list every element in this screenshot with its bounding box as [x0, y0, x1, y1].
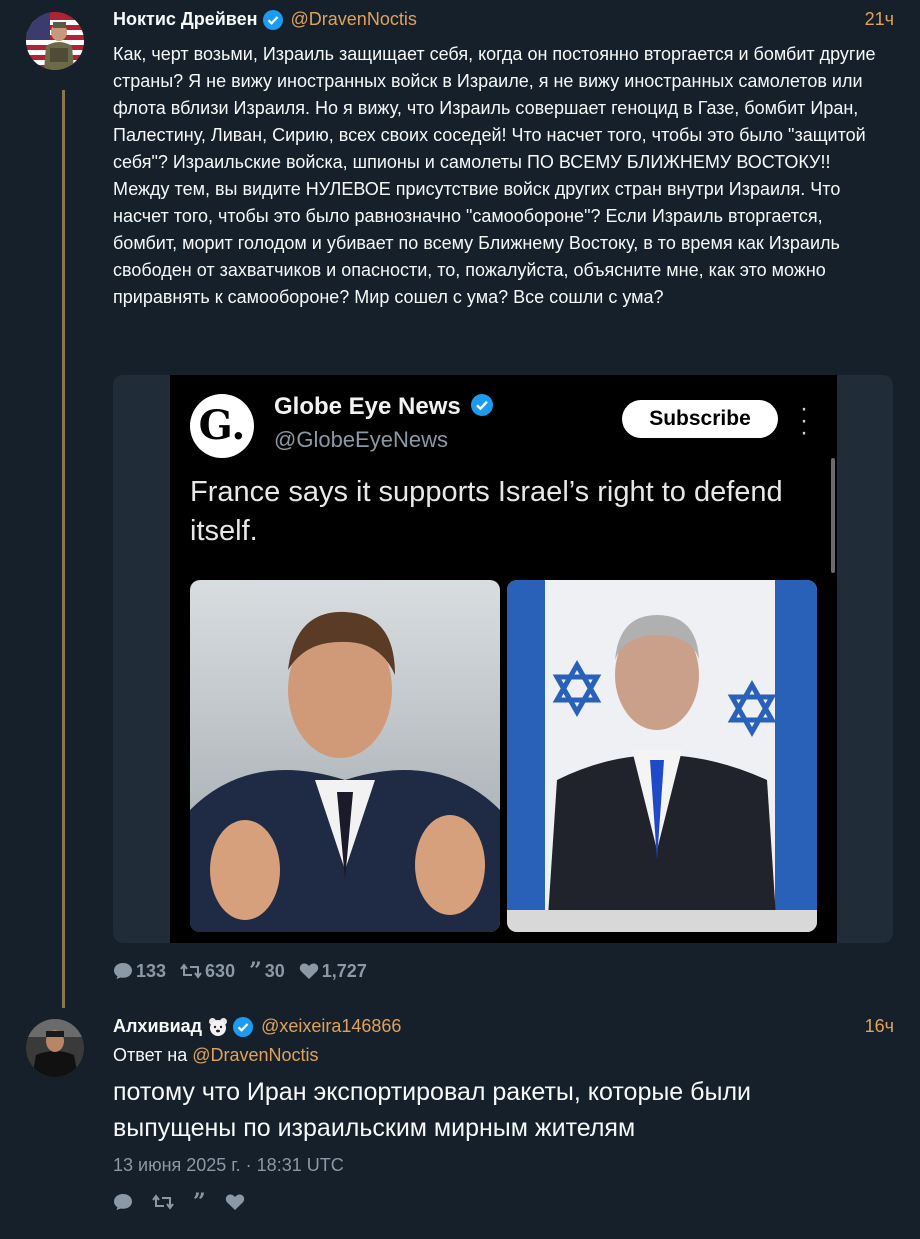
reply-icon: [114, 963, 132, 979]
quote-count: 30: [264, 960, 285, 981]
reply-to-handle[interactable]: @DravenNoctis: [192, 1045, 318, 1065]
quote-icon: ”: [249, 958, 262, 984]
author-row: Алхивиад @xeixeira146866: [113, 1016, 401, 1037]
like-stat[interactable]: 1,727: [299, 961, 367, 982]
post-media[interactable]: G. Globe Eye News @GlobeEyeNews Subscrib…: [113, 375, 893, 943]
source-name: Globe Eye News: [274, 393, 494, 421]
reply-actions: ”: [113, 1191, 264, 1213]
repost-stat[interactable]: 630: [180, 961, 235, 982]
source-handle: @GlobeEyeNews: [274, 427, 448, 452]
like-count: 1,727: [321, 960, 367, 981]
subscribe-button: Subscribe: [622, 400, 778, 438]
repost-icon: [180, 963, 202, 979]
author-handle[interactable]: @DravenNoctis: [291, 9, 417, 30]
author-name[interactable]: Алхивиад: [113, 1016, 202, 1037]
reply-stat[interactable]: 133: [113, 961, 166, 982]
post-text: Как, черт возьми, Израиль защищает себя,…: [113, 44, 876, 307]
scrollbar: [831, 458, 835, 573]
bear-emoji-icon: [208, 1017, 228, 1037]
author-name[interactable]: Ноктис Дрейвен: [113, 9, 258, 30]
photo-netanyahu: [507, 580, 817, 932]
post-main: Ноктис Дрейвен @DravenNoctis 21ч Как, че…: [0, 0, 920, 1010]
repost-count: 630: [205, 960, 236, 981]
reply-count: 133: [136, 960, 167, 981]
verified-badge-icon: [233, 1016, 254, 1037]
heart-icon[interactable]: [225, 1193, 245, 1211]
post-time[interactable]: 21ч: [865, 9, 894, 30]
reply-icon[interactable]: [113, 1193, 133, 1211]
embedded-screenshot: G. Globe Eye News @GlobeEyeNews Subscrib…: [170, 375, 837, 943]
avatar[interactable]: [26, 1019, 84, 1077]
source-name-text: Globe Eye News: [274, 393, 461, 420]
post-time[interactable]: 16ч: [865, 1016, 894, 1037]
author-row: Ноктис Дрейвен @DravenNoctis: [113, 9, 417, 30]
source-verified-icon: [471, 394, 494, 416]
quote-stat[interactable]: ” 30: [249, 958, 285, 984]
reply-to-line: Ответ на @DravenNoctis: [113, 1045, 319, 1066]
author-handle[interactable]: @xeixeira146866: [261, 1016, 401, 1037]
post-stats: 133 630 ” 30 1,727: [113, 958, 381, 984]
post-date[interactable]: 13 июня 2025 г. · 18:31 UTC: [113, 1155, 344, 1176]
photo-macron: [190, 580, 500, 932]
avatar[interactable]: [26, 12, 84, 70]
heart-icon: [299, 963, 318, 979]
reply-to-prefix: Ответ на: [113, 1045, 188, 1065]
more-options-icon: · · ·: [800, 395, 808, 446]
quote-icon[interactable]: ”: [193, 1191, 206, 1213]
reply-text: потому что Иран экспортировал ракеты, ко…: [113, 1078, 752, 1142]
repost-icon[interactable]: [152, 1194, 174, 1210]
globe-eye-logo: G.: [190, 394, 254, 458]
news-headline: France says it supports Israel’s right t…: [190, 476, 783, 547]
verified-badge-icon: [262, 9, 283, 30]
